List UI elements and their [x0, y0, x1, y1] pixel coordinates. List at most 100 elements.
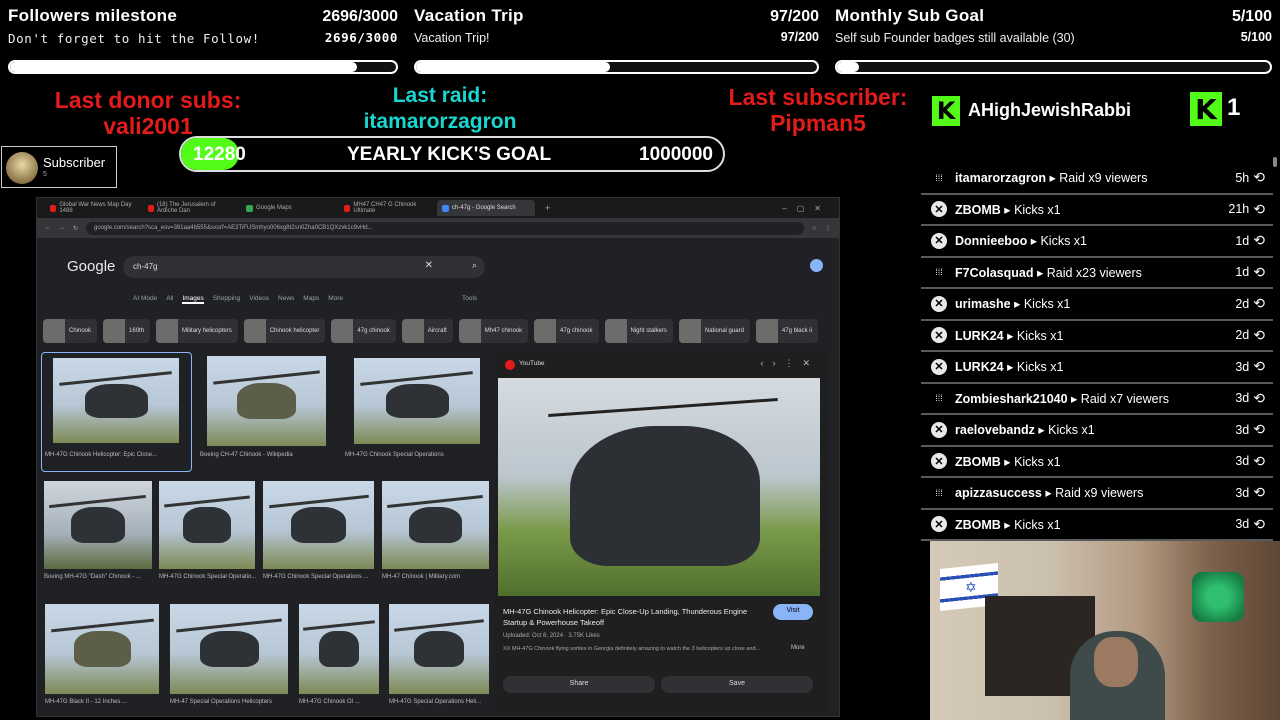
- nav-news[interactable]: News: [278, 295, 294, 304]
- chip[interactable]: Mh47 chinook: [458, 319, 529, 343]
- replay-icon[interactable]: ⟲: [1253, 232, 1265, 249]
- visit-button[interactable]: Visit: [773, 604, 813, 620]
- nav-all[interactable]: All: [166, 295, 173, 304]
- menu-icon[interactable]: ⋮: [825, 225, 831, 232]
- more-link[interactable]: More: [791, 645, 805, 651]
- scrollbar[interactable]: [1273, 157, 1277, 167]
- replay-icon[interactable]: ⟲: [1253, 264, 1265, 281]
- replay-icon[interactable]: ⟲: [1253, 421, 1265, 438]
- nav-maps[interactable]: Maps: [303, 295, 319, 304]
- subscriber-badge: Subscriber 5: [1, 146, 117, 188]
- preview-image[interactable]: [498, 378, 820, 596]
- goal-subtitle: Self sub Founder badges still available …: [835, 31, 1075, 45]
- nav-ai-mode[interactable]: AI Mode: [133, 295, 157, 304]
- last-subscriber-label: Last subscriber:: [728, 84, 908, 110]
- new-tab-icon[interactable]: +: [545, 203, 550, 213]
- replay-icon[interactable]: ⟲: [1253, 516, 1265, 533]
- nav-more[interactable]: More: [328, 295, 343, 304]
- panel-source[interactable]: YouTube: [519, 360, 545, 367]
- replay-icon[interactable]: ⟲: [1253, 453, 1265, 470]
- activity-feed: ⁞⁞⁞ itamarorzagron ▸ Raid x9 viewers 5h ⟲ ✕ Z…: [921, 163, 1273, 541]
- image-result[interactable]: [389, 604, 489, 694]
- activity-row: ✕ urimashe ▸ Kicks x1 2d ⟲: [921, 289, 1273, 321]
- chip[interactable]: 47g chinook: [331, 319, 396, 343]
- replay-icon[interactable]: ⟲: [1253, 327, 1265, 344]
- image-result[interactable]: [53, 358, 179, 443]
- panel-nav-controls[interactable]: ‹›⋮✕: [760, 358, 819, 369]
- browser-tab-active[interactable]: ch-47g - Google Search: [437, 200, 535, 216]
- chip[interactable]: Military helicopters: [156, 319, 238, 343]
- address-bar-row: ← → ↻ google.com/search?sca_esv=391aa4b5…: [37, 218, 839, 238]
- search-input[interactable]: ch-47g ✕ ⌕: [123, 256, 485, 278]
- replay-icon[interactable]: ⟲: [1253, 390, 1265, 407]
- favicon-icon: [442, 204, 449, 212]
- goal-followers: Followers milestone 2696/3000 Don't forg…: [0, 0, 406, 80]
- raid-icon: ⁞⁞⁞: [935, 172, 943, 183]
- image-result[interactable]: [299, 604, 379, 694]
- activity-user: LURK24: [955, 328, 1004, 343]
- chip[interactable]: 47g chinook: [534, 319, 599, 343]
- image-result[interactable]: [45, 604, 159, 694]
- image-result[interactable]: [263, 481, 374, 569]
- clear-icon[interactable]: ✕: [425, 260, 433, 271]
- bookmark-icon[interactable]: ☆: [812, 225, 817, 232]
- window-controls[interactable]: –▢✕: [782, 204, 831, 213]
- tab-strip: Global War News Map Day 1488 (18) The Je…: [37, 198, 839, 218]
- replay-icon[interactable]: ⟲: [1253, 169, 1265, 186]
- image-result[interactable]: [44, 481, 152, 569]
- activity-message: Zombieshark21040 ▸ Raid x7 viewers: [955, 391, 1221, 406]
- search-query: ch-47g: [133, 262, 158, 271]
- chip[interactable]: Chinook: [43, 319, 98, 343]
- image-result[interactable]: [354, 358, 480, 444]
- image-result[interactable]: [382, 481, 489, 569]
- save-button[interactable]: Save: [661, 676, 813, 693]
- tab-title: MH47 CH47 G Chinook Ultimate: [353, 202, 417, 214]
- tab-title: ch-47g - Google Search: [452, 205, 516, 211]
- chip[interactable]: National guard: [678, 319, 750, 343]
- image-result[interactable]: [170, 604, 288, 694]
- kick-icon: ✕: [931, 201, 947, 218]
- nav-tools[interactable]: Tools: [462, 295, 477, 302]
- browser-tab[interactable]: MH47 CH47 G Chinook Ultimate: [339, 200, 437, 216]
- browser-tab[interactable]: (18) The Jerusalem of Ardiche Dan: [143, 200, 241, 216]
- search-icon[interactable]: ⌕: [472, 260, 477, 271]
- browser-tab[interactable]: Google Maps: [241, 200, 339, 216]
- url-field[interactable]: google.com/search?sca_esv=391aa4b555&sxs…: [86, 221, 804, 235]
- image-result[interactable]: [207, 356, 326, 446]
- activity-action: Raid x7 viewers: [1080, 391, 1170, 406]
- last-raid-widget: Last raid: itamarorzagron: [340, 83, 540, 135]
- back-icon[interactable]: ←: [45, 225, 51, 231]
- arrow-icon: ▸: [1067, 391, 1081, 406]
- chip[interactable]: Chinook helicopter: [243, 319, 326, 343]
- chip[interactable]: 47g black ii: [755, 319, 818, 343]
- activity-user: raelovebandz: [955, 423, 1035, 438]
- panel-title[interactable]: MH-47G Chinook Helicopter: Epic Close-Up…: [503, 606, 763, 628]
- image-caption: MH-47 Chinook | Military.com: [382, 574, 461, 580]
- activity-message: F7Colasquad ▸ Raid x23 viewers: [955, 265, 1221, 280]
- share-button[interactable]: Share: [503, 676, 655, 693]
- chip[interactable]: Night stalkers: [604, 319, 673, 343]
- image-result[interactable]: [159, 481, 255, 569]
- replay-icon[interactable]: ⟲: [1253, 201, 1265, 218]
- nav-shopping[interactable]: Shopping: [213, 295, 240, 304]
- account-avatar[interactable]: [810, 259, 823, 272]
- replay-icon[interactable]: ⟲: [1253, 484, 1265, 501]
- nav-videos[interactable]: Videos: [249, 295, 269, 304]
- chip[interactable]: 160th: [103, 319, 151, 343]
- goal-count: 97/200: [770, 8, 819, 25]
- tab-title: Google Maps: [256, 205, 292, 211]
- chip[interactable]: Aircraft: [401, 319, 453, 343]
- reload-icon[interactable]: ↻: [73, 225, 78, 232]
- browser-tab[interactable]: Global War News Map Day 1488: [45, 200, 143, 216]
- replay-icon[interactable]: ⟲: [1253, 358, 1265, 375]
- person-face: [1094, 637, 1138, 687]
- last-subscriber-widget: Last subscriber: Pipman5: [706, 84, 930, 136]
- nav-images[interactable]: Images: [182, 295, 204, 304]
- google-logo[interactable]: Google: [67, 258, 115, 275]
- kick-icon: ✕: [931, 516, 947, 533]
- forward-icon[interactable]: →: [59, 225, 65, 231]
- activity-message: ZBOMB ▸ Kicks x1: [955, 517, 1221, 532]
- activity-row: ✕ LURK24 ▸ Kicks x1 3d ⟲: [921, 352, 1273, 384]
- kick-icon: ✕: [931, 453, 947, 470]
- replay-icon[interactable]: ⟲: [1253, 295, 1265, 312]
